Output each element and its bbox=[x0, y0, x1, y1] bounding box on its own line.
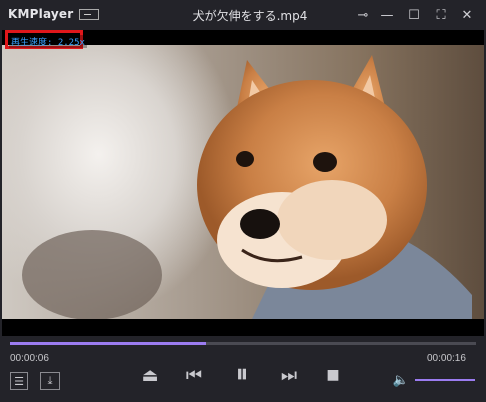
volume-slider[interactable] bbox=[415, 379, 475, 381]
next-button[interactable]: ⏭ bbox=[277, 363, 301, 387]
menu-button[interactable] bbox=[79, 9, 99, 20]
window-title: 犬が欠伸をする.mp4 bbox=[192, 9, 308, 23]
pin-icon[interactable]: ⊸ bbox=[354, 6, 372, 24]
stop-button[interactable]: ■ bbox=[321, 363, 345, 387]
video-frame bbox=[2, 45, 484, 319]
shiba-dog-image bbox=[22, 55, 472, 319]
title-bar[interactable]: KMPlayer 犬が欠伸をする.mp4 ⊸ — ☐ ⛶ ✕ bbox=[0, 0, 486, 30]
minimize-icon[interactable]: — bbox=[378, 6, 396, 24]
video-area[interactable]: 再生速度: 2.25x bbox=[2, 30, 484, 336]
pause-button[interactable]: ⏸ bbox=[227, 359, 257, 389]
playlist-button[interactable]: ☰ bbox=[10, 372, 28, 390]
elapsed-time: 00:00:06 bbox=[10, 353, 49, 364]
maximize-icon[interactable]: ☐ bbox=[405, 6, 423, 24]
previous-button[interactable]: ⏮ bbox=[182, 363, 206, 387]
seek-progress bbox=[10, 342, 206, 345]
playback-speed-label: 再生速度: 2.25x bbox=[9, 35, 87, 48]
fullscreen-icon[interactable]: ⛶ bbox=[432, 6, 450, 24]
total-time: 00:00:16 bbox=[427, 353, 466, 364]
eject-button[interactable]: ⏏ bbox=[138, 363, 162, 387]
control-bar: 00:00:06 00:00:16 ☰ ⤓ ⏏ ⏮ ⏸ ⏭ ■ 🔈 bbox=[0, 336, 486, 402]
volume-icon[interactable]: 🔈 bbox=[390, 370, 412, 390]
seek-bar[interactable] bbox=[10, 342, 476, 345]
open-file-button[interactable]: ⤓ bbox=[40, 372, 60, 390]
app-logo: KMPlayer bbox=[8, 7, 74, 21]
kmplayer-window: KMPlayer 犬が欠伸をする.mp4 ⊸ — ☐ ⛶ ✕ 再生速度: 2.2… bbox=[0, 0, 486, 402]
close-icon[interactable]: ✕ bbox=[458, 6, 476, 24]
